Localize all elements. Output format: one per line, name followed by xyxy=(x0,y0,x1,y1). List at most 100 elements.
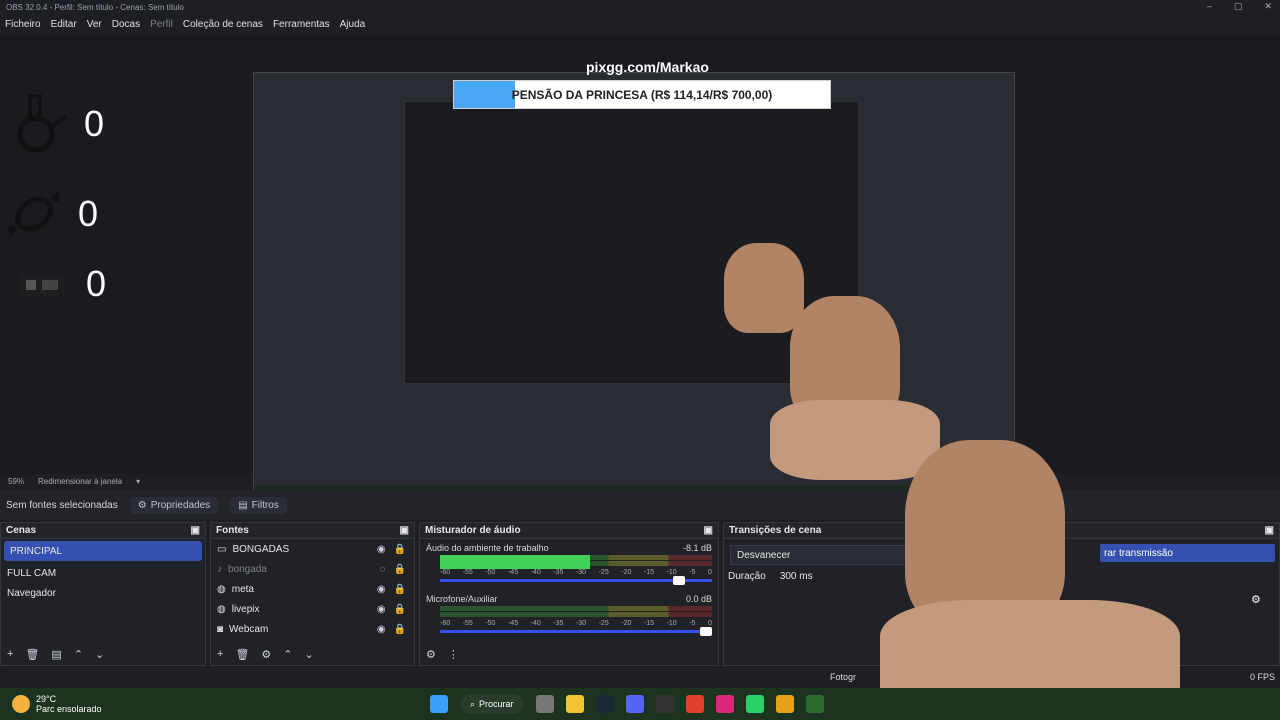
properties-button[interactable]: ⚙ Propriedades xyxy=(129,496,219,514)
arrow-up-icon[interactable]: ⌃ xyxy=(74,648,83,661)
trash-icon[interactable]: 🗑 xyxy=(235,648,249,661)
search-icon: ⌕ xyxy=(470,698,476,709)
meter-level xyxy=(440,555,590,569)
cloud-icon[interactable] xyxy=(775,695,794,713)
chrome-icon[interactable] xyxy=(685,695,704,713)
app-icon[interactable] xyxy=(805,695,824,713)
eye-hidden-icon[interactable]: ◌ xyxy=(380,564,386,575)
menu-docks[interactable]: Docas xyxy=(112,19,140,30)
dock-menu-icon[interactable]: ▣ xyxy=(1265,525,1274,536)
arrow-down-icon[interactable]: ⌄ xyxy=(305,648,314,661)
gear-icon: ⚙ xyxy=(137,499,147,511)
source-name: Webcam xyxy=(229,623,269,635)
maximize-icon[interactable]: ▢ xyxy=(1234,1,1243,12)
eye-icon[interactable]: ◉ xyxy=(377,544,386,555)
add-icon[interactable]: + xyxy=(217,648,223,660)
meter-tick: -5 xyxy=(689,569,696,576)
obs-icon[interactable] xyxy=(655,695,674,713)
volume-slider[interactable] xyxy=(440,576,712,585)
minimize-icon[interactable]: – xyxy=(1207,1,1212,12)
volume-slider[interactable] xyxy=(440,627,712,636)
close-icon[interactable]: ✕ xyxy=(1264,1,1272,12)
scene-item[interactable]: FULL CAM xyxy=(1,563,205,583)
lock-icon[interactable]: 🔒 xyxy=(394,564,406,575)
filter-icon[interactable]: ▤ xyxy=(51,648,61,661)
resize-to-window[interactable]: Redimensionar à janela xyxy=(38,477,122,486)
menu-tools[interactable]: Ferramentas xyxy=(273,19,330,30)
scene-item[interactable]: Navegador xyxy=(1,583,205,603)
menu-edit[interactable]: Editar xyxy=(51,19,77,30)
source-item[interactable]: ◍ meta ◉ 🔒 xyxy=(211,579,414,599)
file-explorer-icon[interactable] xyxy=(565,695,584,713)
preview-status-row: 59% Redimensionar à janela ▾ xyxy=(0,474,1280,488)
menu-profile[interactable]: Perfil xyxy=(150,19,173,30)
scene-item[interactable]: PRINCIPAL xyxy=(4,541,202,561)
source-name: bongada xyxy=(228,563,267,575)
instagram-icon[interactable] xyxy=(715,695,734,713)
menu-scene-collection[interactable]: Coleção de cenas xyxy=(183,19,263,30)
menu-file[interactable]: Ficheiro xyxy=(5,19,41,30)
start-icon[interactable] xyxy=(430,695,448,713)
weather-condition: Parc ensolarado xyxy=(36,704,102,714)
lock-icon[interactable]: 🔒 xyxy=(394,544,406,555)
camera-icon: ◙ xyxy=(217,623,224,635)
discord-icon[interactable] xyxy=(625,695,644,713)
webcam-streamer-body xyxy=(770,400,940,480)
eye-icon[interactable]: ◉ xyxy=(377,604,386,615)
volume-knob[interactable] xyxy=(672,576,685,585)
meter-ticks: -60 -55 -50 -45 -40 -35 -30 -25 -20 -15 -10 -5 0 xyxy=(440,620,712,627)
duration-value[interactable]: 300 ms xyxy=(780,571,813,582)
watermark-text: pixgg.com/Markao xyxy=(586,59,709,75)
preview-canvas[interactable]: 0 0 0 pixgg.com/Markao PENSÃO DA PRINCES… xyxy=(0,34,1280,504)
channel-name: Áudio do ambiente de trabalho xyxy=(426,543,549,553)
menu-help[interactable]: Ajuda xyxy=(340,19,366,30)
settings-icon[interactable]: ⚙ xyxy=(426,648,436,661)
whatsapp-icon[interactable] xyxy=(745,695,764,713)
meter-tick: -45 xyxy=(507,620,519,627)
eye-icon[interactable]: ◉ xyxy=(377,624,386,635)
dock-menu-icon[interactable]: ▣ xyxy=(400,525,409,536)
source-item[interactable]: ♪ bongada ◌ 🔒 xyxy=(211,559,414,579)
menu-view[interactable]: Ver xyxy=(87,19,102,30)
meter-tick: 0 xyxy=(707,620,712,627)
meter-tick: -15 xyxy=(643,620,655,627)
goal-text: PENSÃO DA PRINCESA (R$ 114,14/R$ 700,00) xyxy=(511,87,773,102)
eye-icon[interactable]: ◉ xyxy=(377,584,386,595)
scenes-dock: Cenas ▣ PRINCIPAL FULL CAM Navegador + 🗑 ▤ ⌃… xyxy=(0,522,206,666)
search-box[interactable]: ⌕ Procurar xyxy=(460,694,524,714)
scenes-footer: + 🗑 ▤ ⌃ ⌄ xyxy=(1,643,205,665)
volume-knob[interactable] xyxy=(700,627,712,636)
stream-control-button[interactable]: rar transmissão xyxy=(1100,544,1275,562)
more-icon[interactable]: ⋮ xyxy=(448,648,459,661)
steam-icon[interactable] xyxy=(595,695,614,713)
meter-tick: -35 xyxy=(553,620,564,627)
gear-icon[interactable]: ⚙ xyxy=(261,648,271,661)
task-view-icon[interactable] xyxy=(535,695,554,713)
arrow-down-icon[interactable]: ⌄ xyxy=(95,648,104,661)
meter-ticks: -60 -55 -50 -45 -40 -35 -30 -25 -20 -15 -10 -5 0 xyxy=(440,569,712,576)
zoom-level[interactable]: 59% xyxy=(8,477,24,486)
filters-button[interactable]: ▤ Filtros xyxy=(230,496,287,514)
add-icon[interactable]: + xyxy=(7,648,13,660)
lock-icon[interactable]: 🔒 xyxy=(394,604,406,615)
nested-streamer-image xyxy=(724,243,804,333)
meter-tick: -15 xyxy=(643,569,655,576)
meter-tick: -35 xyxy=(553,569,564,576)
lock-icon[interactable]: 🔒 xyxy=(394,624,406,635)
arrow-up-icon[interactable]: ⌃ xyxy=(283,648,292,661)
dock-menu-icon[interactable]: ▣ xyxy=(704,525,713,536)
weather-widget[interactable]: 29°C Parc ensolarado xyxy=(0,694,102,714)
donation-goal-bar: PENSÃO DA PRINCESA (R$ 114,14/R$ 700,00) xyxy=(453,80,831,109)
dock-menu-icon[interactable]: ▣ xyxy=(191,525,200,536)
trash-icon[interactable]: 🗑 xyxy=(25,648,39,661)
chevron-down-icon[interactable]: ▾ xyxy=(136,477,140,486)
window-icon: ▭ xyxy=(217,543,227,555)
source-item[interactable]: ▭ BONGADAS ◉ 🔒 xyxy=(211,539,414,559)
source-item[interactable]: ◍ livepix ◉ 🔒 xyxy=(211,599,414,619)
menu-bar: Ficheiro Editar Ver Docas Perfil Coleção… xyxy=(0,14,1280,34)
transition-select[interactable]: Desvanecer xyxy=(730,545,930,565)
source-item[interactable]: ◙ Webcam ◉ 🔒 xyxy=(211,619,414,639)
window-title: OBS 32.0.4 - Perfil: Sem título - Cenas:… xyxy=(6,2,184,12)
lock-icon[interactable]: 🔒 xyxy=(394,584,406,595)
gear-icon[interactable]: ⚙ xyxy=(1251,593,1261,606)
